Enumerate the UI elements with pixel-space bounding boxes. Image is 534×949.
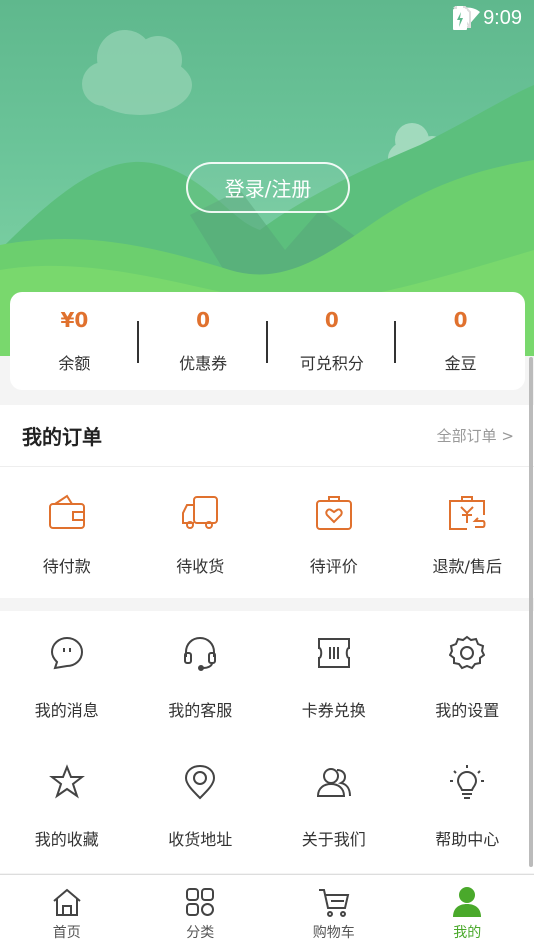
service-messages[interactable]: 我的消息 xyxy=(0,611,134,740)
service-shipping-address[interactable]: 收货地址 xyxy=(134,740,268,869)
service-label: 我的消息 xyxy=(34,701,99,720)
tab-label: 购物车 xyxy=(312,925,355,941)
service-label: 我的客服 xyxy=(168,701,233,720)
service-label: 我的设置 xyxy=(435,701,500,720)
section-title: 我的订单 xyxy=(22,425,102,449)
order-pending-review[interactable]: 待评价 xyxy=(267,467,401,598)
wallet-label: 优惠券 xyxy=(179,354,228,373)
wallet-label: 余额 xyxy=(58,354,91,373)
wallet-value: 0 xyxy=(196,308,211,332)
clock: 9:09 xyxy=(483,6,522,29)
service-favorites[interactable]: 我的收藏 xyxy=(0,740,134,869)
wallet-label: 可兑积分 xyxy=(299,354,364,373)
tab-mine[interactable]: 我的 xyxy=(401,875,534,949)
order-label: 待付款 xyxy=(42,557,91,576)
tab-label: 首页 xyxy=(52,925,81,941)
order-label: 退款/售后 xyxy=(432,557,502,576)
tab-label: 分类 xyxy=(186,925,215,941)
wallet-balance[interactable]: ¥0 余额 xyxy=(10,292,139,390)
scrollbar[interactable] xyxy=(529,357,533,867)
star-icon xyxy=(48,764,85,799)
location-icon xyxy=(185,764,216,800)
order-label: 待收货 xyxy=(176,557,225,576)
orders-section: 我的订单 全部订单 > 待付款 待收货 待评价 退款/售后 xyxy=(0,405,534,598)
service-label: 关于我们 xyxy=(301,830,366,849)
gear-icon xyxy=(449,635,486,670)
wallet-coupons[interactable]: 0 优惠券 xyxy=(139,292,268,390)
wallet-value: 0 xyxy=(324,308,339,332)
service-help-center[interactable]: 帮助中心 xyxy=(401,740,534,869)
service-label: 我的收藏 xyxy=(34,830,99,849)
cart-icon xyxy=(318,889,350,917)
order-label: 待评价 xyxy=(309,557,358,576)
wallet-gold-beans[interactable]: 0 金豆 xyxy=(396,292,525,390)
bulb-icon xyxy=(450,765,485,799)
login-register-button[interactable]: 登录/注册 xyxy=(186,162,350,213)
wallet-points[interactable]: 0 可兑积分 xyxy=(268,292,397,390)
service-label: 帮助中心 xyxy=(435,830,500,849)
status-bar: 9:09 xyxy=(453,6,522,30)
headset-icon xyxy=(184,636,217,671)
grid-icon xyxy=(186,888,215,916)
bottom-tab-bar: 首页 分类 购物车 我的 xyxy=(0,874,534,949)
tab-home[interactable]: 首页 xyxy=(0,875,134,949)
users-icon xyxy=(316,768,351,797)
wallet-card: ¥0 余额 0 优惠券 0 可兑积分 0 金豆 xyxy=(10,292,525,390)
user-icon xyxy=(453,887,482,917)
services-section: 我的消息 我的客服 卡券兑换 我的设置 我的收藏 收货地址 关于我们 帮助中心 xyxy=(0,611,534,873)
wallet-value: 0 xyxy=(453,308,468,332)
service-label: 卡券兑换 xyxy=(301,701,366,720)
service-label: 收货地址 xyxy=(168,830,233,849)
all-orders-link[interactable]: 全部订单 > xyxy=(437,425,514,446)
refund-icon xyxy=(449,496,486,530)
service-settings[interactable]: 我的设置 xyxy=(401,611,534,740)
wallet-icon xyxy=(48,494,85,529)
service-coupon-redeem[interactable]: 卡券兑换 xyxy=(267,611,401,740)
order-pending-payment[interactable]: 待付款 xyxy=(0,467,134,598)
tab-label: 我的 xyxy=(453,925,482,941)
orders-header: 我的订单 全部订单 > xyxy=(0,405,534,467)
home-icon xyxy=(53,888,81,916)
service-about-us[interactable]: 关于我们 xyxy=(267,740,401,869)
wallet-label: 金豆 xyxy=(444,354,477,373)
message-icon xyxy=(50,636,83,670)
review-icon xyxy=(315,496,352,530)
tab-cart[interactable]: 购物车 xyxy=(267,875,401,949)
tab-category[interactable]: 分类 xyxy=(134,875,268,949)
wallet-value: ¥0 xyxy=(60,308,89,332)
order-pending-receipt[interactable]: 待收货 xyxy=(134,467,268,598)
order-refund-aftersale[interactable]: 退款/售后 xyxy=(401,467,534,598)
coupon-icon xyxy=(317,638,350,668)
service-customer-support[interactable]: 我的客服 xyxy=(134,611,268,740)
truck-icon xyxy=(182,496,219,529)
profile-page: 9:09 登录/注册 ¥0 余额 0 优惠券 0 可兑积分 0 金豆 我的订单 … xyxy=(0,0,534,949)
